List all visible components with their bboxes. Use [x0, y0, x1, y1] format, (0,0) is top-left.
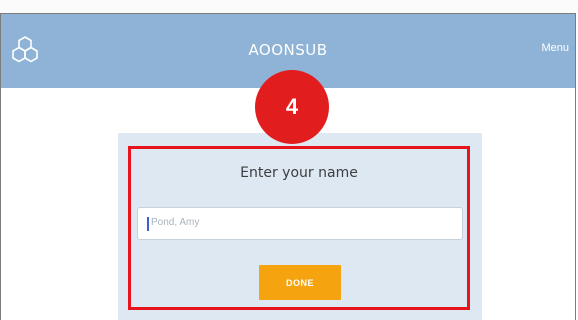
top-strip: [0, 0, 578, 13]
menu-button[interactable]: Menu: [541, 42, 569, 54]
name-input-field[interactable]: Pond, Amy: [137, 207, 463, 240]
step-number-badge: 4: [255, 70, 329, 144]
name-prompt: Enter your name: [240, 165, 358, 181]
name-input-placeholder: Pond, Amy: [151, 217, 200, 228]
done-button[interactable]: DONE: [259, 265, 341, 300]
text-caret: [147, 217, 149, 231]
app-title: AOONSUB: [248, 41, 328, 59]
